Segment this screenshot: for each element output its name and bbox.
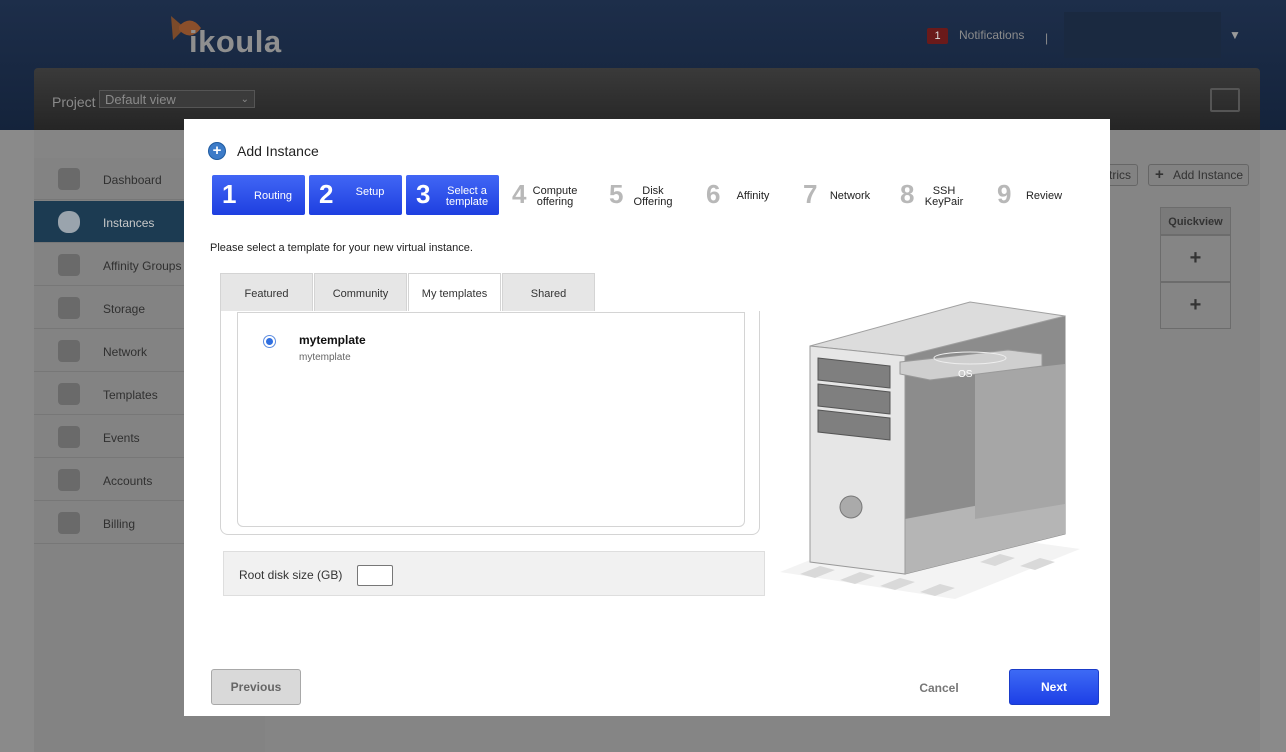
calendar-icon [58, 426, 80, 448]
step-network: 7 Network [793, 175, 886, 215]
add-instance-label: Add Instance [1173, 168, 1244, 182]
step-setup[interactable]: 2 Setup [309, 175, 402, 215]
project-label: Project [52, 94, 96, 110]
plus-icon: + [1155, 166, 1164, 183]
add-circle-icon: + [208, 142, 226, 160]
step-number: 9 [997, 179, 1012, 209]
user-menu[interactable] [1064, 12, 1221, 58]
sidebar-item-label: Network [103, 345, 148, 359]
step-label: Routing [254, 190, 292, 202]
step-number: 8 [900, 179, 915, 209]
step-select-template[interactable]: 3 Select a template [406, 175, 499, 215]
step-routing[interactable]: 1 Routing [212, 175, 305, 215]
root-disk-label: Root disk size (GB) [239, 568, 343, 582]
step-label: SSH KeyPair [924, 185, 964, 208]
instruction-text: Please select a template for your new vi… [210, 242, 473, 254]
dashboard-icon [58, 168, 80, 190]
step-number: 1 [222, 179, 237, 209]
step-review: 9 Review [987, 175, 1080, 215]
billing-icon [58, 512, 80, 534]
network-icon [58, 340, 80, 362]
root-disk-size-input[interactable] [357, 565, 393, 586]
notifications-link[interactable]: Notifications [959, 28, 1024, 42]
root-disk-row: Root disk size (GB) [223, 551, 765, 596]
sidebar-item-label: Events [103, 431, 140, 445]
next-button[interactable]: Next [1009, 669, 1099, 705]
step-affinity: 6 Affinity [696, 175, 789, 215]
step-label: Select a template [445, 185, 489, 208]
sidebar-item-label: Templates [103, 388, 158, 402]
quickview-button[interactable]: + [1160, 235, 1231, 282]
step-number: 5 [609, 179, 624, 209]
user-menu-chevron-icon[interactable]: ▼ [1229, 28, 1241, 42]
project-select[interactable]: Default view ⌄ [99, 90, 255, 108]
template-radio[interactable] [263, 335, 276, 348]
step-number: 2 [319, 179, 334, 209]
template-name: mytemplate [299, 333, 366, 347]
certificate-icon[interactable] [1210, 88, 1240, 112]
sidebar-item-label: Billing [103, 517, 136, 531]
step-label: Affinity [736, 190, 770, 202]
step-number: 6 [706, 179, 721, 209]
os-label: OS [958, 369, 973, 380]
user-icon [58, 469, 80, 491]
cancel-button[interactable]: Cancel [900, 679, 978, 697]
add-instance-button[interactable]: + Add Instance [1148, 164, 1249, 186]
notification-count-badge[interactable]: 1 [927, 28, 948, 44]
step-ssh-keypair: 8 SSH KeyPair [890, 175, 983, 215]
chevron-down-icon: ⌄ [240, 94, 249, 105]
tab-featured[interactable]: Featured [220, 273, 313, 311]
sidebar-item-label: Accounts [103, 474, 153, 488]
template-description: mytemplate [299, 352, 351, 363]
quickview-column: Quickview + + [1160, 207, 1231, 329]
sidebar-item-label: Dashboard [103, 173, 162, 187]
step-number: 7 [803, 179, 818, 209]
logo-text: ikoula [189, 24, 282, 59]
previous-button[interactable]: Previous [211, 669, 301, 705]
template-list: mytemplate mytemplate [237, 312, 745, 527]
step-label: Review [1025, 190, 1063, 202]
step-label: Network [829, 190, 871, 202]
add-instance-dialog: + Add Instance 1 Routing 2 Setup 3 Selec… [184, 119, 1110, 716]
tab-community[interactable]: Community [314, 273, 407, 311]
dialog-title-text: Add Instance [237, 143, 319, 159]
quickview-button[interactable]: + [1160, 282, 1231, 329]
templates-icon [58, 383, 80, 405]
step-number: 4 [512, 179, 527, 209]
step-label: Disk Offering [633, 185, 673, 208]
project-select-value: Default view [105, 92, 176, 107]
server-illustration: OS [780, 294, 1080, 604]
quickview-header: Quickview [1160, 207, 1231, 235]
affinity-icon [58, 254, 80, 276]
step-disk-offering: 5 Disk Offering [599, 175, 692, 215]
storage-icon [58, 297, 80, 319]
cloud-icon [58, 211, 80, 233]
tab-shared[interactable]: Shared [502, 273, 595, 311]
ikoula-logo[interactable]: ikoula [165, 10, 305, 62]
sidebar-item-label: Affinity Groups [103, 259, 182, 273]
step-label: Compute offering [532, 185, 578, 208]
sidebar-item-label: Instances [103, 216, 155, 230]
step-compute-offering: 4 Compute offering [502, 175, 595, 215]
radio-selected-dot [266, 338, 273, 345]
header-separator: | [1045, 31, 1049, 45]
step-number: 3 [416, 179, 431, 209]
sidebar-item-label: Storage [103, 302, 146, 316]
tab-my-templates[interactable]: My templates [408, 273, 501, 311]
step-label: Setup [355, 186, 385, 198]
